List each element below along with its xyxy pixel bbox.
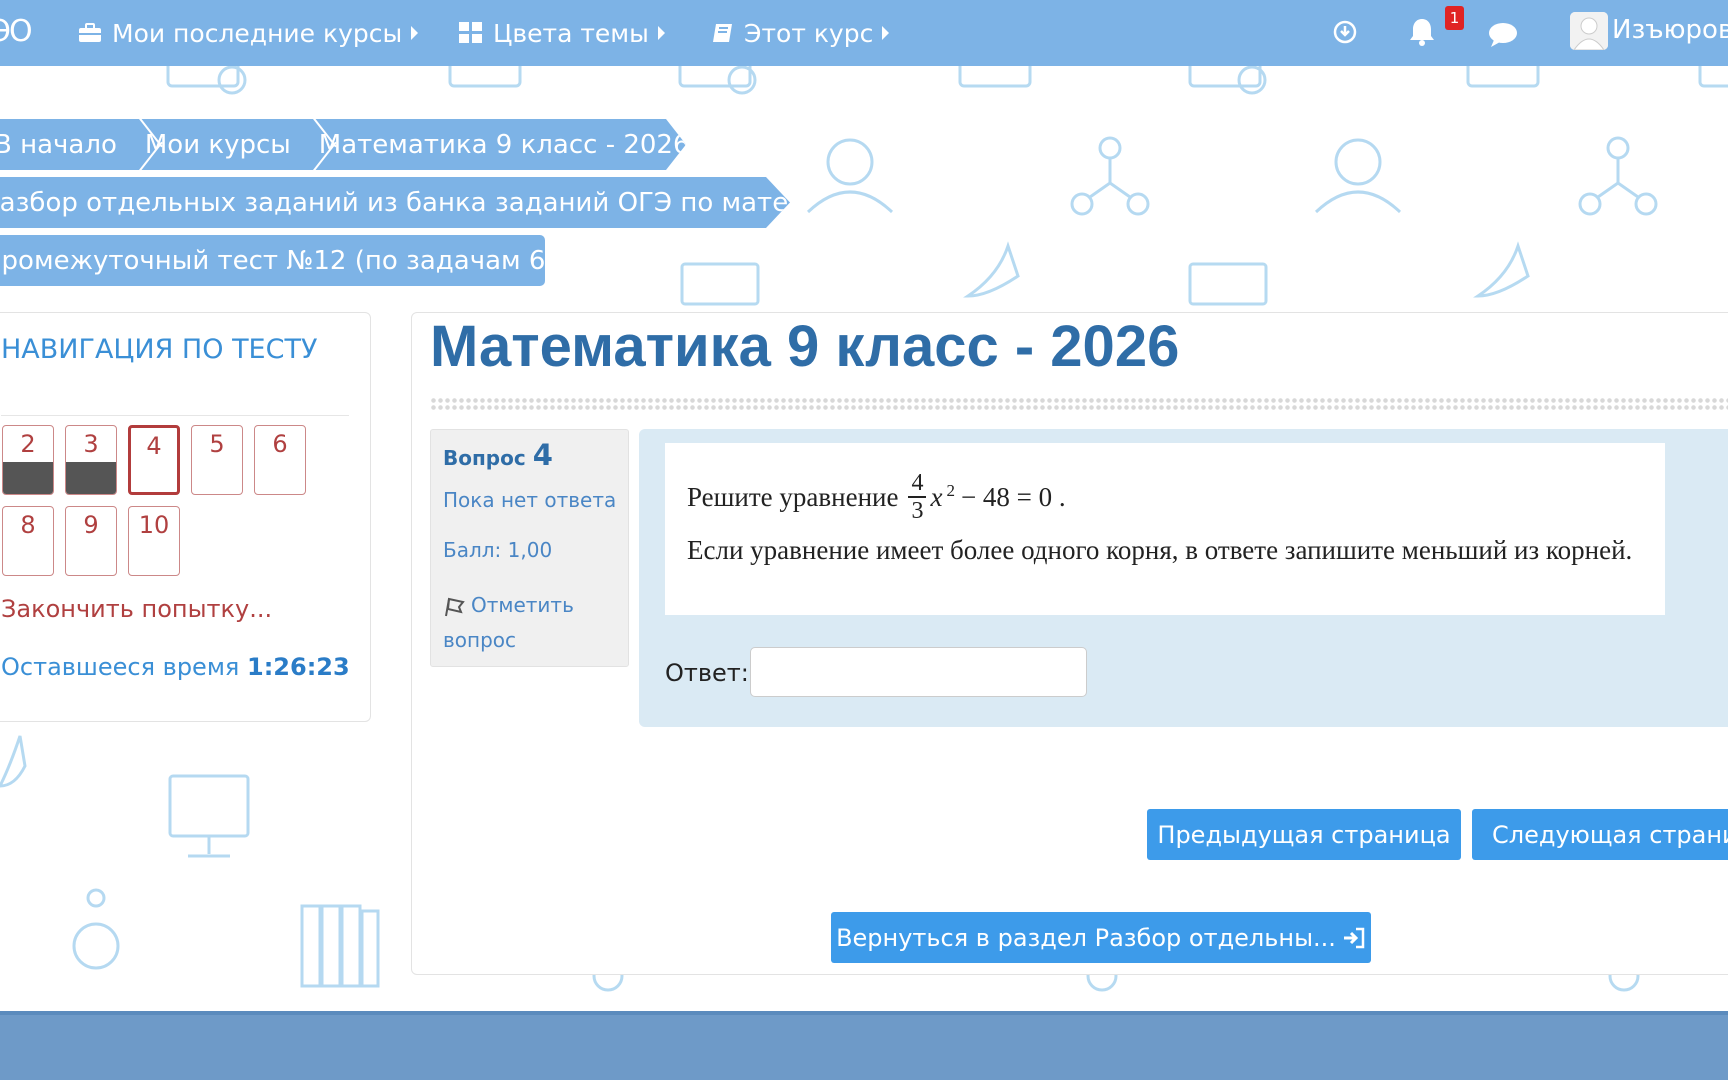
quiz-nav-button[interactable]: 6 <box>254 425 306 495</box>
breadcrumb-quiz-link[interactable]: Промежуточный тест №12 (по задачам 6-14) <box>0 246 598 276</box>
question-label: Вопрос 4 <box>443 438 553 472</box>
return-to-section-button[interactable]: Вернуться в раздел Разбор отдельны... <box>831 912 1371 963</box>
question-label-text: Вопрос <box>443 446 526 470</box>
answered-indicator <box>66 462 116 494</box>
question-state: Пока нет ответа <box>443 488 617 512</box>
flag-question[interactable]: Отметить вопрос <box>443 588 623 658</box>
breadcrumb-section-link[interactable]: Разбор отдельных заданий из банка задани… <box>0 188 790 218</box>
question-number: 4 <box>532 438 553 472</box>
quiz-nav-button-number: 9 <box>83 511 99 539</box>
caret-right-icon <box>657 26 665 40</box>
page-title: Математика 9 класс - 2026 <box>430 314 1180 379</box>
breadcrumb: В начало Мои курсы Математика 9 класс - … <box>0 119 686 170</box>
breadcrumb-home[interactable]: В начало <box>0 130 117 160</box>
breadcrumb-quiz: Промежуточный тест №12 (по задачам 6-14) <box>0 235 598 286</box>
answer-input[interactable] <box>750 647 1087 697</box>
quiz-nav-button-number: 10 <box>138 511 170 539</box>
question-info: Вопрос 4 Пока нет ответа Балл: 1,00 Отме… <box>430 429 629 667</box>
notification-badge: 1 <box>1445 6 1464 30</box>
quiz-nav-button[interactable]: 2 <box>2 425 54 495</box>
quiz-nav-button[interactable]: 5 <box>191 425 243 495</box>
menu-recent-courses[interactable]: Мои последние курсы <box>78 0 419 66</box>
answer-label: Ответ: <box>665 659 749 687</box>
breadcrumb-course[interactable]: Математика 9 класс - 2026 <box>319 130 686 160</box>
brand-logo[interactable]: ЭО <box>0 14 33 49</box>
quiz-nav-button[interactable]: 3 <box>65 425 117 495</box>
question-text-box: Решите уравнение 4 3 x 2 − 48 = 0 . Если… <box>665 443 1665 615</box>
bell-icon[interactable] <box>1408 17 1436 47</box>
divider <box>1 415 349 416</box>
top-navbar: ЭО Мои последние курсы Цвета темы Этот к… <box>0 0 1728 66</box>
question-equation-line: Решите уравнение 4 3 x 2 − 48 = 0 . <box>687 471 1066 523</box>
quiz-nav-button[interactable]: 10 <box>128 506 180 576</box>
avatar[interactable] <box>1570 12 1608 50</box>
quiz-nav-button[interactable]: 8 <box>2 506 54 576</box>
time-left-label: Оставшееся время <box>1 653 240 681</box>
quiz-nav-button-number: 5 <box>209 430 225 458</box>
question-prefix: Решите уравнение <box>687 481 899 512</box>
time-left-value: 1:26:23 <box>247 653 350 681</box>
previous-page-label: Предыдущая страница <box>1157 820 1451 849</box>
fraction-denominator: 3 <box>911 498 924 524</box>
menu-recent-courses-label: Мои последние курсы <box>112 18 403 48</box>
quiz-nav-button[interactable]: 4 <box>128 425 180 495</box>
menu-theme-colors-label: Цвета темы <box>493 18 649 48</box>
main-region: Математика 9 класс - 2026 Вопрос 4 Пока … <box>411 312 1728 975</box>
download-icon[interactable] <box>1333 20 1357 44</box>
finish-attempt-link[interactable]: Закончить попытку... <box>1 595 272 623</box>
menu-theme-colors[interactable]: Цвета темы <box>459 0 665 66</box>
equation-rest: − 48 = 0 . <box>960 481 1066 512</box>
menu-this-course-label: Этот курс <box>744 18 874 48</box>
caret-right-icon <box>411 26 419 40</box>
fraction: 4 3 <box>908 470 927 524</box>
equation-exponent: 2 <box>946 481 955 500</box>
flag-icon <box>445 597 465 616</box>
quiz-nav-button-number: 8 <box>20 511 36 539</box>
quiz-nav-button[interactable]: 9 <box>65 506 117 576</box>
next-page-button[interactable]: Следующая страница <box>1472 809 1728 860</box>
grid-icon <box>459 22 482 43</box>
title-divider <box>430 397 1728 411</box>
quiz-navigation-block: НАВИГАЦИЯ ПО ТЕСТУ 12345678910 Закончить… <box>0 312 371 722</box>
user-name[interactable]: Изъюрова <box>1612 0 1728 60</box>
user-icon <box>1570 12 1608 50</box>
chat-icon[interactable] <box>1488 22 1518 48</box>
quiz-nav-button-number: 3 <box>83 430 99 458</box>
breadcrumb-my-courses[interactable]: Мои курсы <box>145 130 291 160</box>
fraction-numerator: 4 <box>911 470 924 496</box>
briefcase-icon <box>79 23 101 42</box>
caret-right-icon <box>882 26 890 40</box>
quiz-nav-button-number: 6 <box>272 430 288 458</box>
footer <box>0 1011 1728 1080</box>
question-content: Решите уравнение 4 3 x 2 − 48 = 0 . Если… <box>639 429 1728 727</box>
answered-indicator <box>3 462 53 494</box>
book-icon <box>713 24 732 42</box>
menu-this-course[interactable]: Этот курс <box>712 0 890 66</box>
quiz-nav-title: НАВИГАЦИЯ ПО ТЕСТУ <box>1 334 318 365</box>
breadcrumb-section: Разбор отдельных заданий из банка задани… <box>0 177 790 228</box>
quiz-nav-button-number: 4 <box>146 432 162 460</box>
equation-variable: x <box>930 481 943 512</box>
next-page-label: Следующая страница <box>1492 820 1728 849</box>
return-to-section-label: Вернуться в раздел Разбор отдельны... <box>836 923 1336 952</box>
question-instruction: Если уравнение имеет более одного корня,… <box>687 535 1633 565</box>
previous-page-button[interactable]: Предыдущая страница <box>1147 809 1461 860</box>
quiz-nav-button-number: 2 <box>20 430 36 458</box>
time-left: Оставшееся время 1:26:23 <box>1 653 350 681</box>
sign-in-icon <box>1343 927 1365 948</box>
question-grade: Балл: 1,00 <box>443 538 553 562</box>
footer-border <box>0 1011 1728 1015</box>
